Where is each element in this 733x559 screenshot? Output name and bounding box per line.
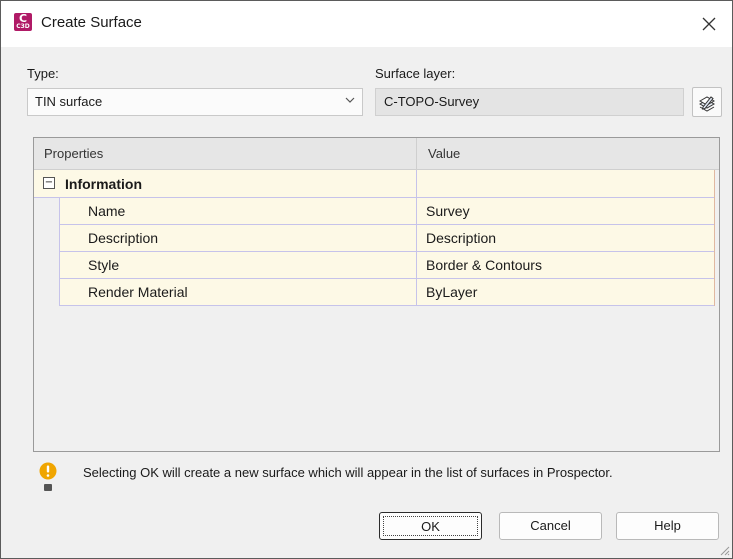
surface-layer-field: C-TOPO-Survey (375, 88, 684, 116)
ok-button[interactable]: OK (379, 512, 482, 540)
create-surface-dialog: C C3D Create Surface Type: TIN surface S… (0, 0, 733, 559)
property-value[interactable]: Survey (426, 203, 470, 219)
property-row-style[interactable]: Style Border & Contours (59, 252, 715, 279)
layer-icon (698, 96, 716, 112)
row-divider (416, 252, 417, 278)
property-name: Render Material (88, 284, 188, 300)
property-value[interactable]: Description (426, 230, 496, 246)
surface-layer-value: C-TOPO-Survey (384, 94, 480, 109)
row-divider (416, 279, 417, 305)
surface-layer-button[interactable] (692, 87, 722, 117)
civil3d-app-icon: C C3D (14, 13, 32, 31)
property-name: Style (88, 257, 120, 273)
type-label: Type: (27, 66, 59, 81)
row-divider (416, 225, 417, 251)
dialog-title: Create Surface (41, 14, 142, 31)
grid-right-edge (714, 170, 715, 306)
chevron-down-icon (345, 97, 355, 103)
property-value[interactable]: ByLayer (426, 284, 477, 300)
property-name: Description (88, 230, 159, 246)
grid-header: Properties Value (34, 138, 719, 170)
resize-grip-icon[interactable] (718, 544, 730, 556)
type-dropdown-value: TIN surface (35, 94, 103, 109)
properties-column-header[interactable]: Properties (44, 146, 103, 161)
properties-grid: Properties Value − Information Name Surv… (33, 137, 720, 452)
row-divider (416, 198, 417, 224)
property-row-name[interactable]: Name Survey (59, 198, 715, 225)
column-divider (416, 138, 417, 169)
cancel-button[interactable]: Cancel (499, 512, 602, 540)
ok-button-label: OK (383, 516, 478, 536)
group-divider (416, 170, 417, 197)
property-name: Name (88, 203, 126, 219)
close-icon[interactable] (694, 8, 724, 38)
type-dropdown[interactable]: TIN surface (27, 88, 363, 116)
information-group-label: Information (65, 176, 142, 192)
surface-layer-label: Surface layer: (375, 66, 456, 81)
property-value[interactable]: Border & Contours (426, 257, 542, 273)
value-column-header[interactable]: Value (428, 146, 460, 161)
info-message: Selecting OK will create a new surface w… (83, 465, 613, 480)
warning-icon (39, 462, 57, 491)
information-group-row[interactable]: − Information (34, 170, 714, 198)
collapse-toggle-icon[interactable]: − (43, 177, 55, 189)
property-row-render-material[interactable]: Render Material ByLayer (59, 279, 715, 306)
title-bar: C C3D Create Surface (1, 1, 732, 47)
property-row-description[interactable]: Description Description (59, 225, 715, 252)
help-button[interactable]: Help (616, 512, 719, 540)
